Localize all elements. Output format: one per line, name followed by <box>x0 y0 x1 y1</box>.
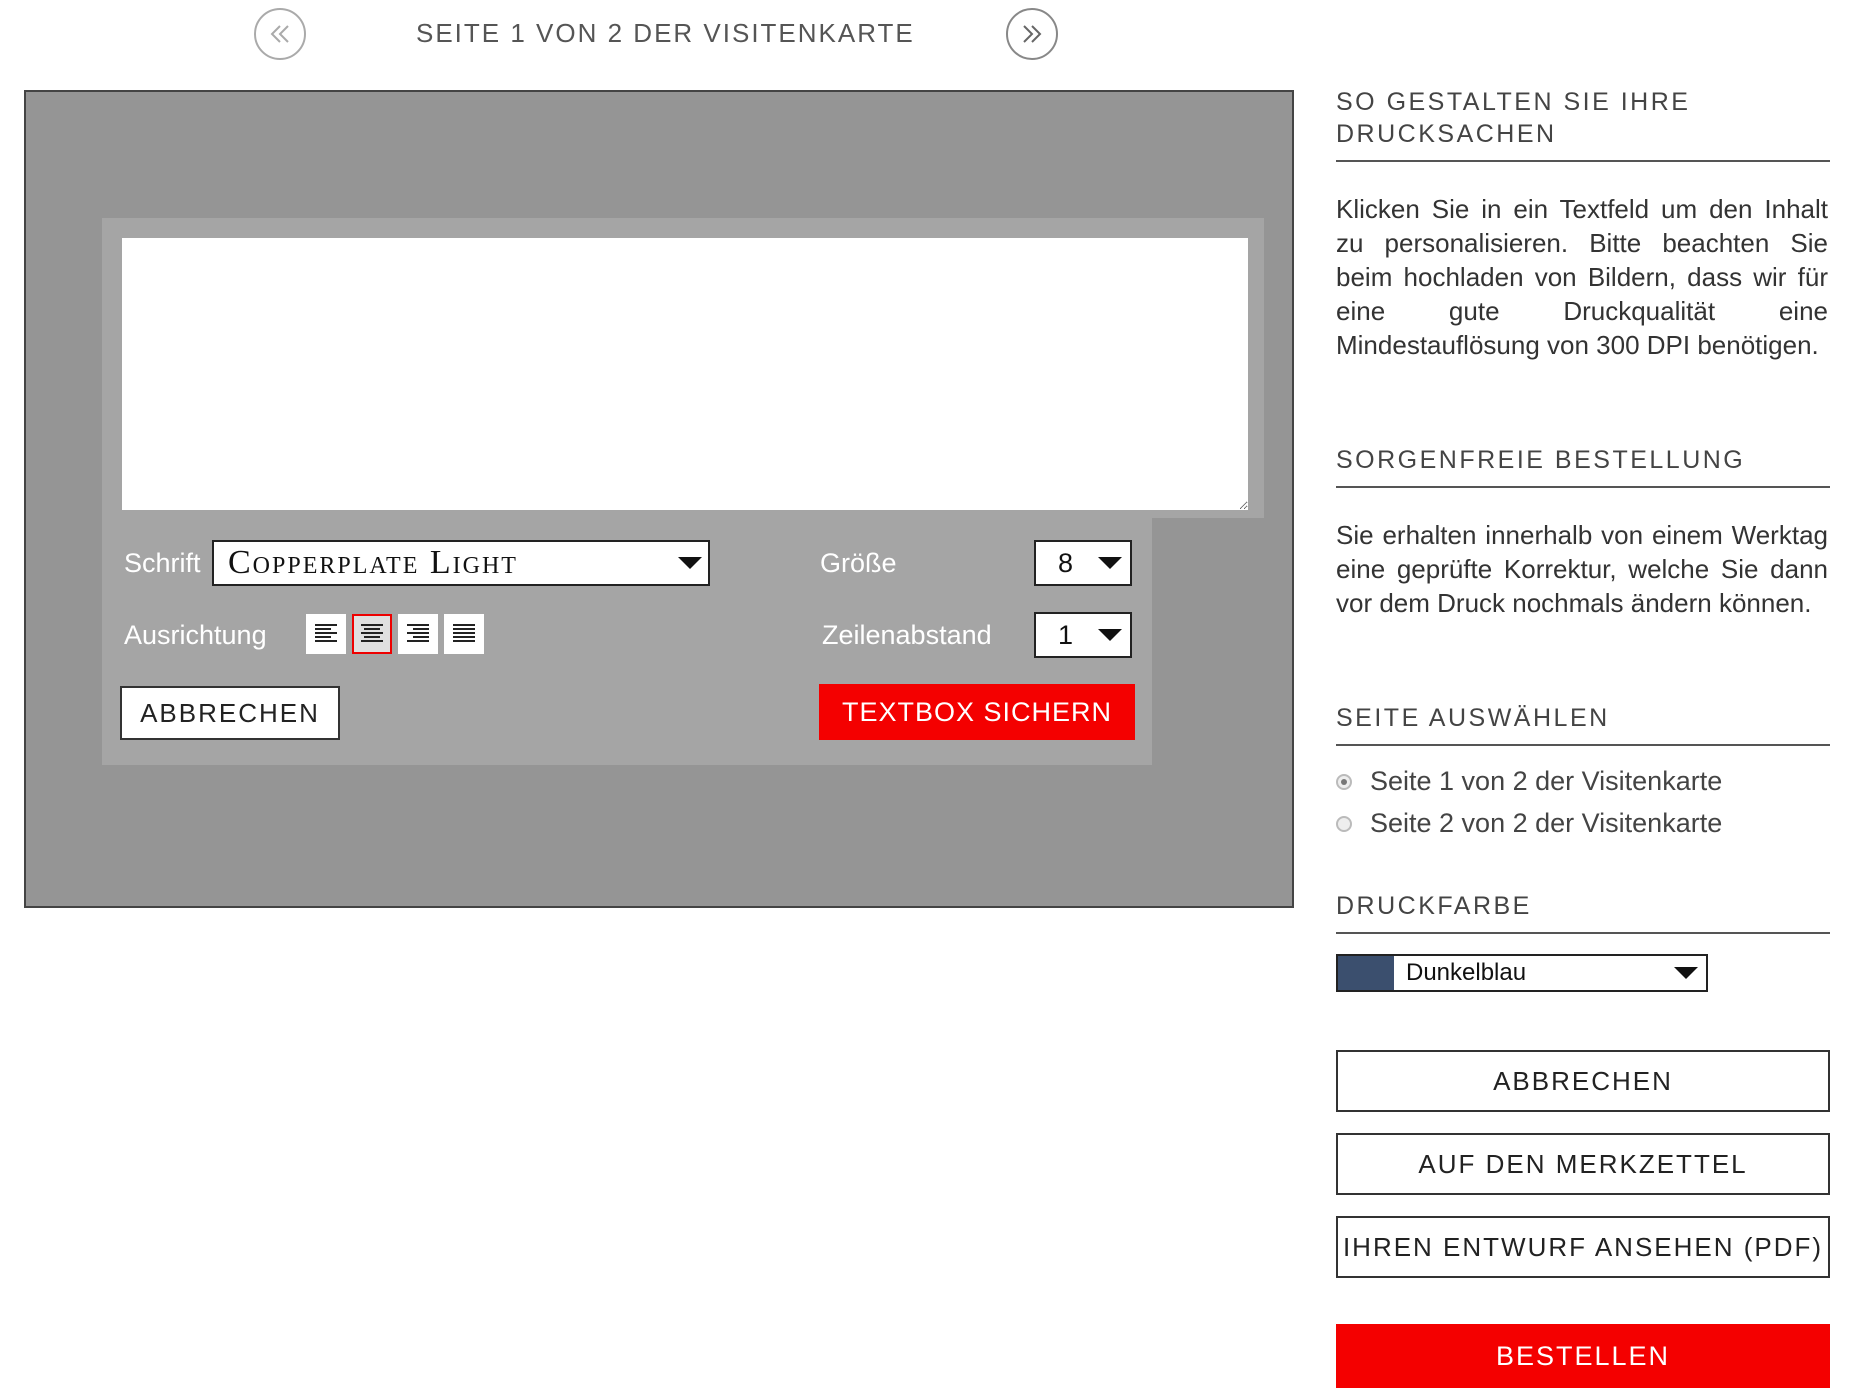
chevron-down-icon <box>678 557 702 569</box>
align-center-button[interactable] <box>352 614 392 654</box>
page-option-1[interactable]: Seite 1 von 2 der Visitenkarte <box>1336 766 1722 797</box>
align-center-icon <box>361 624 383 642</box>
double-chevron-left-icon <box>270 25 289 43</box>
font-select-value: Copperplate Light <box>228 544 518 581</box>
font-label: Schrift <box>124 548 201 578</box>
radio-selected-icon[interactable] <box>1336 773 1352 790</box>
chevron-down-icon <box>1098 557 1122 569</box>
textbox-cancel-button[interactable]: ABBRECHEN <box>120 686 340 740</box>
radio-icon[interactable] <box>1336 815 1352 832</box>
textbox-toolbar: Schrift Copperplate Light Größe 8 Ausric… <box>102 516 1152 765</box>
page-title: SEITE 1 VON 2 DER VISITENKARTE <box>416 18 915 48</box>
font-select[interactable]: Copperplate Light <box>212 540 710 586</box>
howto-text: Klicken Sie in ein Textfeld um den Inhal… <box>1336 194 1828 360</box>
order-heading: SORGENFREIE BESTELLUNG <box>1336 444 1830 488</box>
print-color-value: Dunkelblau <box>1406 959 1527 986</box>
line-spacing-select[interactable]: 1 <box>1034 612 1132 658</box>
align-justify-button[interactable] <box>444 614 484 654</box>
size-select[interactable]: 8 <box>1034 540 1132 586</box>
align-right-button[interactable] <box>398 614 438 654</box>
size-select-value: 8 <box>1058 547 1074 578</box>
page-option-2[interactable]: Seite 2 von 2 der Visitenkarte <box>1336 808 1722 839</box>
textbox-editor: Schrift Copperplate Light Größe 8 Ausric… <box>102 218 1264 765</box>
textbox-save-button[interactable]: TEXTBOX SICHERN <box>819 684 1135 740</box>
cancel-button[interactable]: ABBRECHEN <box>1336 1050 1830 1112</box>
business-card-canvas: Schrift Copperplate Light Größe 8 Ausric… <box>24 90 1294 908</box>
textbox-frame <box>102 218 1264 518</box>
add-to-wishlist-button[interactable]: AUF DEN MERKZETTEL <box>1336 1133 1830 1195</box>
alignment-label: Ausrichtung <box>124 620 267 650</box>
line-spacing-select-value: 1 <box>1058 619 1074 650</box>
alignment-group <box>306 614 484 654</box>
chevron-down-icon <box>1098 629 1122 641</box>
order-text: Sie erhalten innerhalb von einem Werktag… <box>1336 520 1828 618</box>
preview-pdf-button[interactable]: IHREN ENTWURF ANSEHEN (PDF) <box>1336 1216 1830 1278</box>
size-label: Größe <box>820 548 897 578</box>
next-page-button[interactable] <box>1006 8 1058 60</box>
page-option-label: Seite 2 von 2 der Visitenkarte <box>1370 808 1723 838</box>
double-chevron-right-icon <box>1023 25 1042 43</box>
color-swatch <box>1338 956 1394 990</box>
print-color-heading: DRUCKFARBE <box>1336 890 1830 934</box>
align-left-button[interactable] <box>306 614 346 654</box>
align-justify-icon <box>453 624 475 642</box>
align-left-icon <box>315 624 337 642</box>
textbox-input[interactable] <box>122 238 1248 510</box>
order-button[interactable]: BESTELLEN <box>1336 1324 1830 1388</box>
print-color-select[interactable]: Dunkelblau <box>1336 954 1708 992</box>
line-spacing-label: Zeilenabstand <box>822 620 992 650</box>
howto-heading: SO GESTALTEN SIE IHRE DRUCKSACHEN <box>1336 86 1830 162</box>
prev-page-button[interactable] <box>254 8 306 60</box>
page-select-heading: SEITE AUSWÄHLEN <box>1336 702 1830 746</box>
chevron-down-icon <box>1674 967 1698 979</box>
page-option-label: Seite 1 von 2 der Visitenkarte <box>1370 766 1723 796</box>
align-right-icon <box>407 624 429 642</box>
